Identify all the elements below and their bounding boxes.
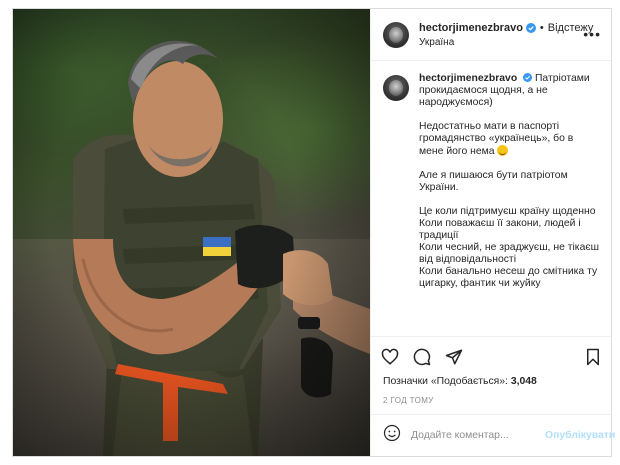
post-photo[interactable] <box>13 9 370 456</box>
post-actions <box>371 336 611 376</box>
verified-badge-icon <box>525 22 536 33</box>
caption-area: hectorjimenezbravo Патріотами прокидаємо… <box>371 61 611 336</box>
caption-author-avatar[interactable] <box>383 75 409 101</box>
post-side-panel: hectorjimenezbravo • Відстежу Україна ••… <box>370 9 615 456</box>
caption-line-3: Коли чесний, не зраджуєш, не тікаєш від … <box>419 242 599 265</box>
share-icon[interactable] <box>445 348 463 366</box>
post-timestamp[interactable]: 2 ГОД ТОМУ <box>371 390 611 414</box>
comment-icon[interactable] <box>413 348 431 366</box>
post-header: hectorjimenezbravo • Відстежу Україна ••… <box>371 9 611 61</box>
caption-username[interactable]: hectorjimenezbravo <box>419 73 517 84</box>
likes-summary[interactable]: Позначки «Подобається»: 3,048 <box>371 376 611 390</box>
emoji-picker-icon[interactable] <box>383 424 401 447</box>
heart-icon[interactable] <box>381 348 399 366</box>
photo-vignette <box>13 9 370 456</box>
post-caption: hectorjimenezbravo Патріотами прокидаємо… <box>419 73 599 336</box>
likes-label: Позначки «Подобається»: <box>383 376 508 387</box>
likes-count: 3,048 <box>510 376 537 387</box>
author-username[interactable]: hectorjimenezbravo <box>419 22 523 34</box>
separator-dot: • <box>539 21 544 34</box>
caption-paragraph-2: Недостатньо мати в паспорті громадянство… <box>419 121 574 157</box>
author-avatar[interactable] <box>383 21 409 48</box>
comment-box: Опублікувати <box>371 414 615 456</box>
comment-input[interactable] <box>411 430 545 441</box>
save-icon[interactable] <box>585 348 601 366</box>
verified-badge-icon <box>523 73 533 82</box>
author-line: hectorjimenezbravo • Відстежу <box>419 22 593 34</box>
publish-button[interactable]: Опублікувати <box>545 430 615 441</box>
post-location[interactable]: Україна <box>419 37 593 48</box>
caption-line-4: Коли банально несеш до смітника ту цигар… <box>419 266 598 289</box>
caption-line-1: Це коли підтримуєш країну щоденно <box>419 206 596 217</box>
more-horizontal-icon[interactable]: ••• <box>583 27 601 41</box>
caption-paragraph-3: Але я пишаюся бути патріотом України. <box>419 170 568 193</box>
post-modal: hectorjimenezbravo • Відстежу Україна ••… <box>12 8 615 457</box>
caption-line-2: Коли поважаєш її закони, людей і традиці… <box>419 218 581 241</box>
author-info: hectorjimenezbravo • Відстежу Україна <box>419 22 593 48</box>
emoji-icon <box>497 145 509 156</box>
